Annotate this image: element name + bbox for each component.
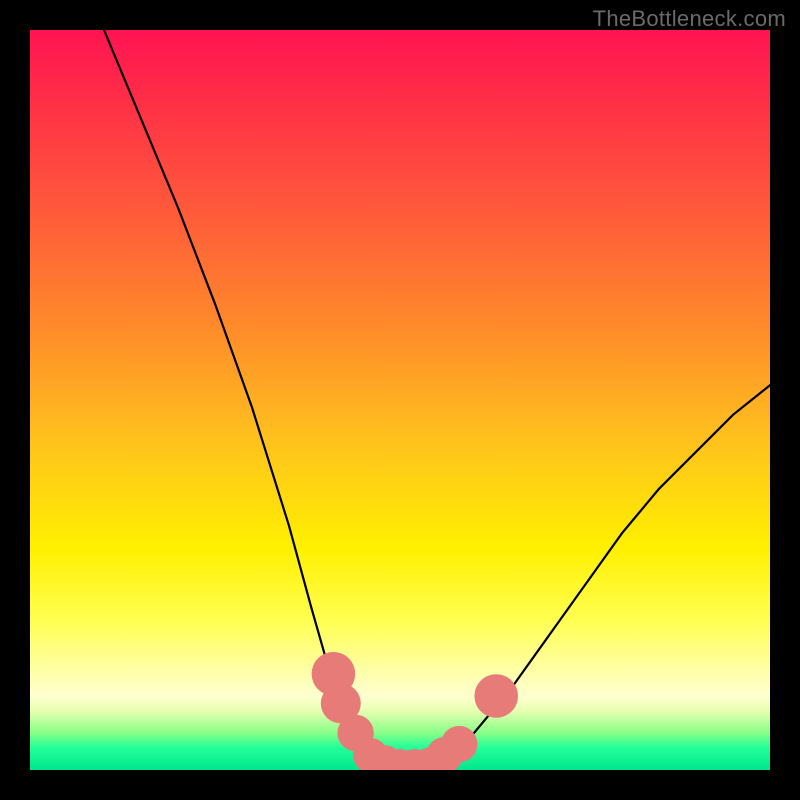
marker-dot	[474, 674, 518, 718]
curve-markers	[312, 652, 518, 770]
plot-area	[30, 30, 770, 770]
watermark-text: TheBottleneck.com	[593, 6, 786, 32]
chart-frame: TheBottleneck.com	[0, 0, 800, 800]
curve-layer	[30, 30, 770, 770]
bottleneck-curve	[104, 30, 770, 770]
marker-dot	[441, 726, 477, 762]
